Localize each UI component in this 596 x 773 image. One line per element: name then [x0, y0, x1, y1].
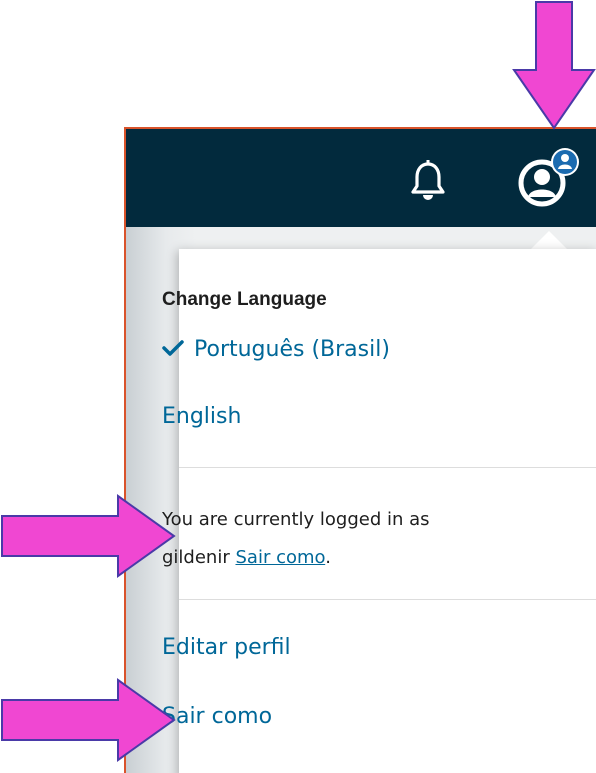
- app-frame: Change Language Português (Brasil) Engli…: [124, 127, 596, 773]
- change-language-title: Change Language: [162, 289, 327, 310]
- edit-profile-link[interactable]: Editar perfil: [162, 635, 291, 660]
- arrow-icon: [1, 678, 176, 762]
- logout-link[interactable]: Sair como: [162, 704, 272, 729]
- language-option-label: English: [162, 404, 242, 429]
- logout-inline-link[interactable]: Sair como: [235, 547, 325, 568]
- arrow-icon: [1, 494, 176, 578]
- dropdown-caret: [530, 231, 568, 250]
- top-navigation-bar: [126, 129, 596, 227]
- language-option-label: Português (Brasil): [194, 337, 390, 362]
- language-option-portuguese[interactable]: Português (Brasil): [162, 337, 390, 362]
- logged-in-notice: You are currently logged in as gildenir …: [162, 501, 522, 577]
- bell-icon[interactable]: [410, 159, 446, 203]
- logged-in-text: You are currently logged in as: [162, 509, 430, 530]
- screenshot-stage: Change Language Português (Brasil) Engli…: [0, 0, 596, 773]
- divider: [179, 599, 596, 600]
- checkmark-icon: [162, 340, 184, 356]
- user-account-icon[interactable]: [516, 147, 582, 209]
- arrow-icon: [512, 1, 596, 130]
- language-option-english[interactable]: English: [162, 404, 241, 429]
- logged-in-suffix: .: [325, 547, 331, 568]
- divider: [179, 467, 596, 468]
